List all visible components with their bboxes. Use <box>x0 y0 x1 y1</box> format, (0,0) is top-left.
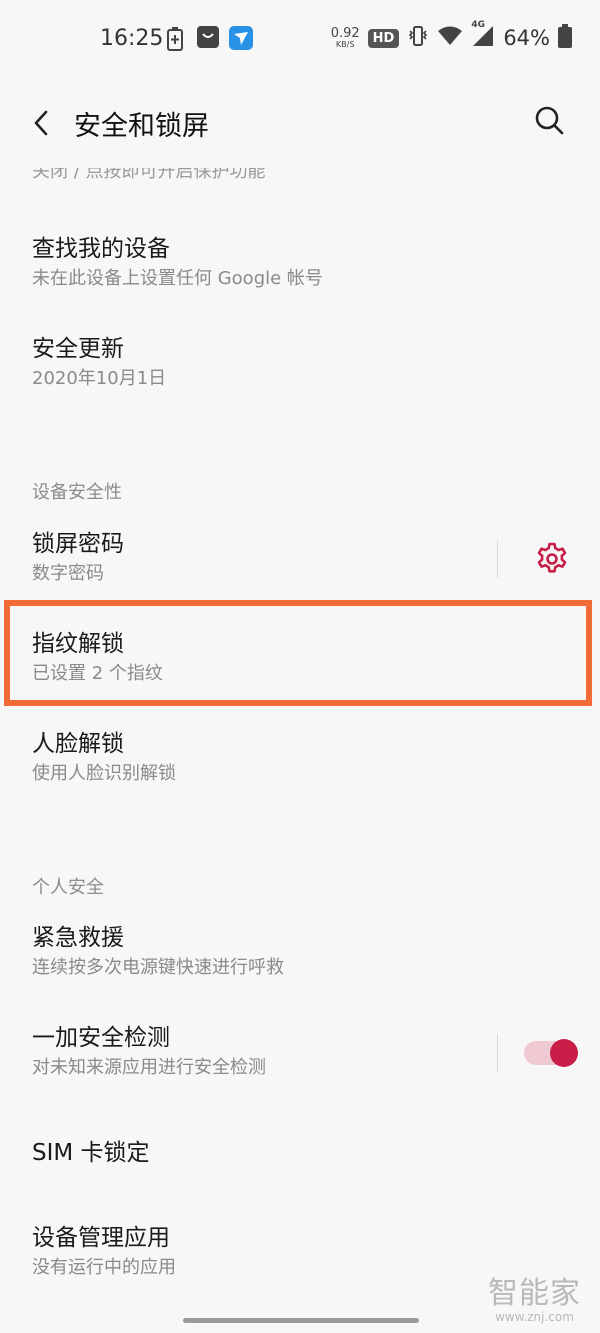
section-header-personal-security: 个人安全 <box>32 877 104 898</box>
cellular-signal-icon: 4G <box>471 20 495 52</box>
status-bar: 16:25 0.92 KB/S HD 4G 64% <box>0 0 600 78</box>
list-item-title: 一加安全检测 <box>32 1025 170 1051</box>
wifi-icon <box>437 25 463 51</box>
gear-icon[interactable] <box>534 541 570 581</box>
security-check-toggle[interactable] <box>524 1037 578 1067</box>
watermark-url: www.znj.com <box>495 1310 574 1324</box>
app-notification-icon <box>229 26 253 54</box>
status-right-group: 0.92 KB/S HD 4G 64% <box>330 20 572 52</box>
list-item-title: 紧急救援 <box>32 925 124 951</box>
back-arrow-icon[interactable] <box>30 108 52 142</box>
page-title: 安全和锁屏 <box>74 111 209 142</box>
list-item-emergency-rescue[interactable]: 紧急救援 连续按多次电源键快速进行呼救 <box>32 923 284 981</box>
list-item-subtitle: 使用人脸识别解锁 <box>32 763 176 784</box>
list-item-title: 人脸解锁 <box>32 731 124 757</box>
watermark-cn: 智能家 <box>488 1276 581 1311</box>
battery-icon <box>558 24 572 52</box>
highlight-box <box>4 600 592 706</box>
list-item-subtitle: 未在此设备上设置任何 Google 帐号 <box>32 268 323 289</box>
vibrate-icon <box>407 24 429 52</box>
list-item-subtitle: 2020年10月1日 <box>32 368 167 389</box>
list-item-title: SIM 卡锁定 <box>32 1140 150 1166</box>
hd-badge: HD <box>367 28 400 48</box>
shopping-bag-icon <box>197 26 219 52</box>
list-item-title: 设备管理应用 <box>32 1225 170 1251</box>
search-icon[interactable] <box>533 104 565 140</box>
divider <box>497 1034 498 1072</box>
app-header: 安全和锁屏 <box>0 78 600 168</box>
partial-list-item-subtitle: 关闭 / 点按即可开启保护功能 <box>32 168 266 182</box>
list-item-security-update[interactable]: 安全更新 2020年10月1日 <box>32 334 166 392</box>
list-item-title: 锁屏密码 <box>32 531 124 557</box>
list-item-title: 查找我的设备 <box>32 236 170 262</box>
status-time: 16:25 <box>100 26 164 51</box>
battery-percent: 64% <box>503 26 550 50</box>
list-item-subtitle: 对未知来源应用进行安全检测 <box>32 1057 266 1078</box>
list-item-lock-screen-password[interactable]: 锁屏密码 数字密码 <box>32 529 124 587</box>
list-item-subtitle: 连续按多次电源键快速进行呼救 <box>32 957 284 978</box>
toggle-knob <box>550 1039 578 1067</box>
divider <box>497 540 498 578</box>
section-header-device-security: 设备安全性 <box>32 482 122 503</box>
list-item-find-my-device[interactable]: 查找我的设备 未在此设备上设置任何 Google 帐号 <box>32 234 323 292</box>
list-item-title: 安全更新 <box>32 336 124 362</box>
list-item-face-unlock[interactable]: 人脸解锁 使用人脸识别解锁 <box>32 729 176 787</box>
battery-saver-icon <box>166 26 184 56</box>
list-item-sim-lock[interactable]: SIM 卡锁定 <box>32 1138 150 1168</box>
list-item-subtitle: 没有运行中的应用 <box>32 1257 176 1278</box>
list-item-subtitle: 数字密码 <box>32 563 104 584</box>
list-item-oneplus-security-check[interactable]: 一加安全检测 对未知来源应用进行安全检测 <box>32 1023 266 1081</box>
network-speed: 0.92 KB/S <box>330 26 360 49</box>
watermark: 智能家 www.znj.com <box>488 1268 581 1324</box>
home-indicator[interactable] <box>183 1318 419 1323</box>
list-item-device-admin-apps[interactable]: 设备管理应用 没有运行中的应用 <box>32 1223 176 1281</box>
